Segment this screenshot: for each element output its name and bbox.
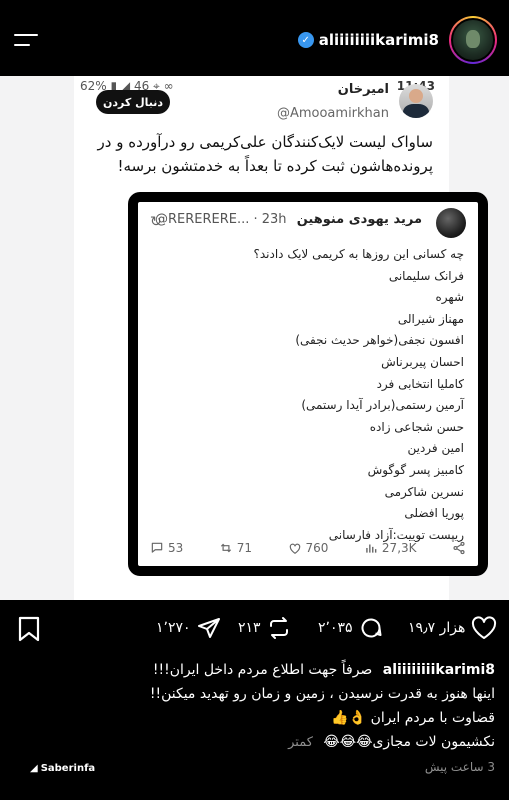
views-icon	[366, 544, 377, 553]
tweet-text: ساواک لیست لایک‌کنندگان علی‌کریمی رو درآ…	[97, 133, 433, 175]
quoted-tweet-line: حسن شجاعی زاده	[369, 419, 464, 434]
cropped-edge	[74, 590, 449, 600]
heart-icon[interactable]	[471, 616, 497, 640]
watermark-text: Saberinfa	[40, 763, 96, 774]
caption-username[interactable]: aliiiiiiiikarimi8	[383, 662, 495, 678]
retweet-stat: 71	[219, 541, 252, 555]
quoted-tweet-stats: 53 71 760 27,3K	[138, 534, 478, 562]
quoted-author-avatar	[436, 208, 466, 238]
telegram-icon: ◢	[30, 763, 38, 774]
follow-button: دنبال کردن	[96, 90, 170, 114]
quoted-tweet-line: مهناز شیرالی	[397, 311, 464, 326]
quoted-author-handle: @RERERERE... · 23h	[154, 212, 287, 227]
comment-count: 53	[168, 541, 184, 555]
profile-username-row[interactable]: ✓ aliiiiiiiikarimi8	[297, 31, 439, 49]
share-stat	[452, 541, 466, 555]
quoted-tweet-line: افسون نجفی(خواهر حدیث نجفی)	[295, 333, 464, 348]
tweet-author-name: امیرخان	[337, 82, 389, 97]
bookmark-icon[interactable]	[18, 616, 40, 642]
post-time: 3 ساعت پیش	[424, 760, 495, 774]
quoted-tweet: ↻ مرید یهودی منوهین @RERERERE... · 23h چ…	[128, 192, 488, 576]
quoted-tweet-line: امین فردین	[407, 441, 464, 456]
comment-count: ۲٬۰۳۵	[318, 620, 353, 636]
quoted-tweet-header: ↻ مرید یهودی منوهین @RERERERE... · 23h	[138, 202, 478, 242]
comment-icon	[151, 542, 163, 553]
views-count: 27,3K	[381, 541, 417, 555]
post-action-bar: ۱٬۲۷۰ ۲۱۳ ۲٬۰۳۵ ۱۹٫۷ هزار	[0, 600, 509, 656]
quoted-tweet-line: فرانک سلیمانی	[388, 268, 464, 283]
quoted-tweet-line: کامبیز پسر گوگوش	[367, 462, 464, 477]
comment-stat: 53	[150, 541, 183, 555]
retweet-icon	[220, 543, 231, 553]
caption-line-3: قضاوت با مردم ایران 👌👍	[331, 710, 495, 726]
show-less-link[interactable]: کمتر	[288, 735, 313, 750]
repost-button[interactable]: ۲۱۳	[238, 616, 291, 640]
retweet-count: 71	[236, 541, 253, 555]
quoted-tweet-line: احسان پیربرناش	[381, 354, 464, 369]
share-count: ۱٬۲۷۰	[156, 620, 191, 636]
heart-icon	[289, 543, 300, 554]
share-icon	[453, 541, 465, 555]
menu-icon[interactable]	[14, 32, 40, 50]
comment-button[interactable]: ۲٬۰۳۵	[318, 616, 383, 640]
repost-icon[interactable]	[267, 616, 291, 640]
quoted-tweet-lines: چه کسانی این روزها به کریمی لایک دادند؟ ف…	[144, 244, 465, 546]
quoted-author-line: مرید یهودی منوهین @RERERERE... · 23h	[155, 212, 422, 227]
avatar[interactable]	[451, 18, 495, 62]
post-caption: aliiiiiiiikarimi8 صرفاً جهت اطلاع مردم د…	[0, 656, 509, 800]
comment-icon[interactable]	[359, 616, 383, 640]
tweet-screenshot: 62% ▮ ◢ 46 ⌖ ∞ 11:43 دنبال کردن امیرخان …	[74, 76, 488, 600]
profile-header: ✓ aliiiiiiiikarimi8	[0, 0, 509, 76]
share-button[interactable]: ۱٬۲۷۰	[156, 616, 221, 640]
watermark: ◢ Saberinfa	[30, 763, 96, 774]
quoted-tweet-line: چه کسانی این روزها به کریمی لایک دادند؟	[253, 247, 465, 261]
verified-badge-icon: ✓	[297, 32, 314, 48]
send-icon[interactable]	[197, 616, 221, 640]
post-image[interactable]: 62% ▮ ◢ 46 ⌖ ∞ 11:43 دنبال کردن امیرخان …	[0, 76, 509, 600]
caption-line-4: نکشیمون لات مجازی😂😂😂 کمتر	[288, 734, 495, 750]
like-count: ۱۹٫۷ هزار	[408, 620, 466, 636]
quoted-tweet-line: پوریا افضلی	[404, 506, 464, 521]
caption-line-1: aliiiiiiiikarimi8 صرفاً جهت اطلاع مردم د…	[153, 662, 495, 678]
tweet-author-avatar	[399, 84, 433, 118]
quoted-tweet-line: آرمین رستمی(برادر آیدا رستمی)	[301, 398, 464, 413]
profile-username[interactable]: aliiiiiiiikarimi8	[319, 31, 439, 49]
views-stat: 27,3K	[364, 541, 417, 555]
quoted-author-name: مرید یهودی منوهین	[296, 212, 422, 227]
quoted-tweet-line: کاملیا انتخابی فرد	[376, 376, 464, 391]
quoted-tweet-line: نسرین شاکرمی	[384, 484, 464, 499]
like-count: 760	[305, 541, 329, 555]
tweet-author-handle: @Amooamirkhan	[276, 106, 389, 121]
quoted-tweet-line: شهره	[435, 290, 465, 305]
like-stat: 760	[288, 541, 329, 555]
caption-text-4: نکشیمون لات مجازی😂😂😂	[323, 734, 495, 750]
caption-line-2: اینها هنوز به قدرت نرسیدن ، زمین و زمان …	[149, 686, 495, 702]
repost-count: ۲۱۳	[238, 620, 261, 636]
like-button[interactable]: ۱۹٫۷ هزار	[408, 616, 497, 640]
story-ring[interactable]	[449, 16, 497, 64]
caption-text-1: صرفاً جهت اطلاع مردم داخل ایران!!!	[152, 662, 373, 678]
